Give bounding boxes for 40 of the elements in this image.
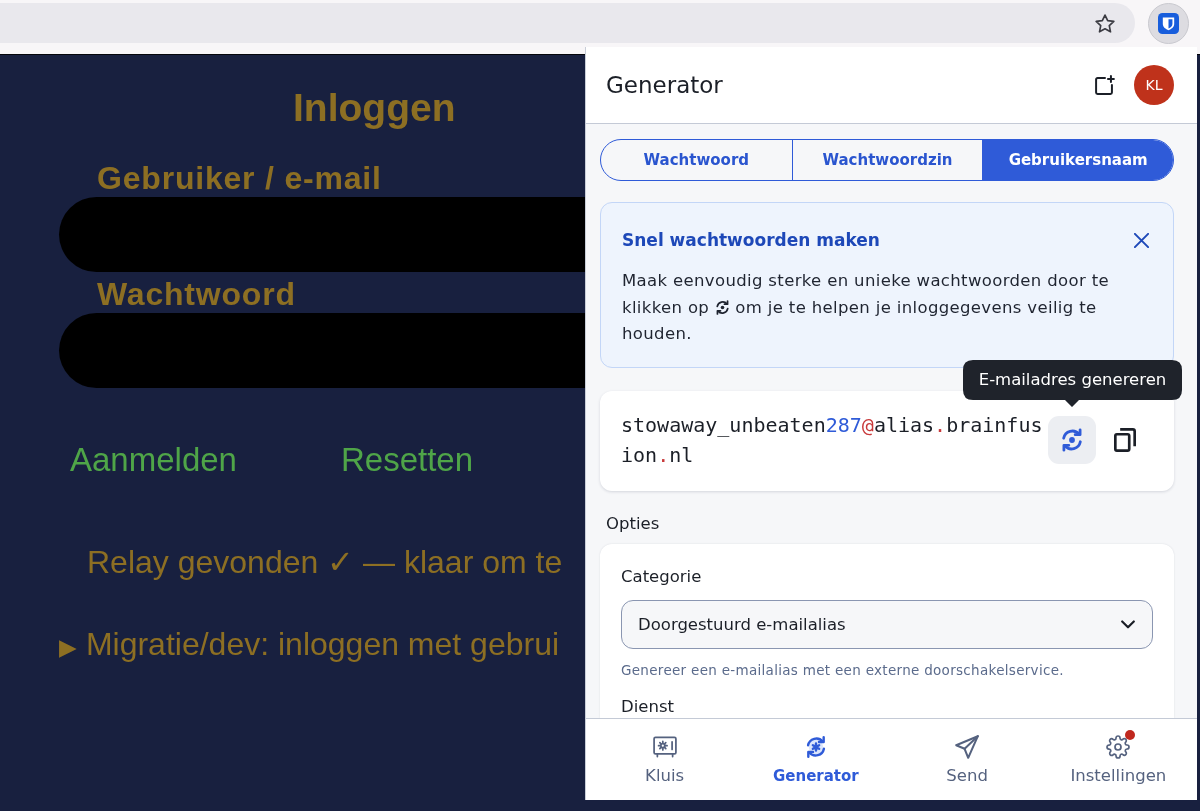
page-title: Inloggen — [293, 86, 456, 130]
input-field[interactable] — [59, 313, 585, 388]
input-field[interactable] — [59, 197, 585, 272]
refresh-icon — [714, 299, 730, 315]
gear-icon — [1106, 735, 1131, 759]
avatar[interactable]: KL — [1134, 65, 1174, 105]
tab[interactable]: Wachtwoord — [601, 140, 792, 180]
close-button[interactable] — [1134, 232, 1149, 248]
generated-username: stowaway_unbeaten287@alias.brainfusion.nl — [621, 411, 1044, 469]
popup-title: Generator — [606, 71, 723, 99]
nav-tab[interactable]: Instellingen — [1042, 719, 1194, 800]
banner-text: Maak eenvoudig sterke en unieke wachtwoorden door te klikken op om je te helpen je inloggegevens veilig te houden. — [622, 270, 1110, 345]
paper-plane-icon — [955, 735, 980, 759]
field-label: Dienst — [621, 696, 674, 717]
tab[interactable]: Gebruikersnaam — [982, 140, 1173, 180]
status-text: Relay gevonden ✓ — klaar om te — [87, 543, 563, 581]
refresh-icon — [1060, 427, 1084, 452]
nav-tab[interactable]: Send — [891, 719, 1043, 800]
nav-tab[interactable]: Generator — [740, 719, 892, 800]
field-label: Categorie — [621, 566, 702, 587]
disclosure-toggle[interactable]: ▶ Migratie/dev: inloggen met gebrui — [59, 625, 560, 666]
copy-icon — [1114, 427, 1136, 452]
square-plus-icon[interactable] — [1095, 75, 1115, 95]
star-icon[interactable] — [1095, 13, 1115, 33]
action-link[interactable]: Aanmelden — [70, 441, 237, 479]
close-icon — [1134, 232, 1149, 248]
safe-icon — [652, 735, 677, 759]
regenerate-button[interactable] — [1048, 415, 1096, 464]
action-link[interactable]: Resetten — [341, 441, 474, 479]
field-label: Gebruiker / e-mail — [97, 160, 382, 196]
category-select[interactable]: Doorgestuurd e-mailalias — [621, 599, 1153, 649]
shield-icon — [1158, 13, 1179, 34]
copy-button[interactable] — [1114, 427, 1136, 452]
section-heading: Opties — [606, 513, 660, 534]
nav-tab[interactable]: Kluis — [589, 719, 741, 800]
chevron-down-icon — [1121, 619, 1135, 629]
field-label: Wachtwoord — [97, 276, 296, 312]
banner-title: Snel wachtwoorden maken — [622, 229, 880, 251]
extension-button[interactable] — [1148, 3, 1189, 44]
field-hint: Genereer een e-mailalias met een externe doorschakelservice. — [621, 660, 1064, 679]
